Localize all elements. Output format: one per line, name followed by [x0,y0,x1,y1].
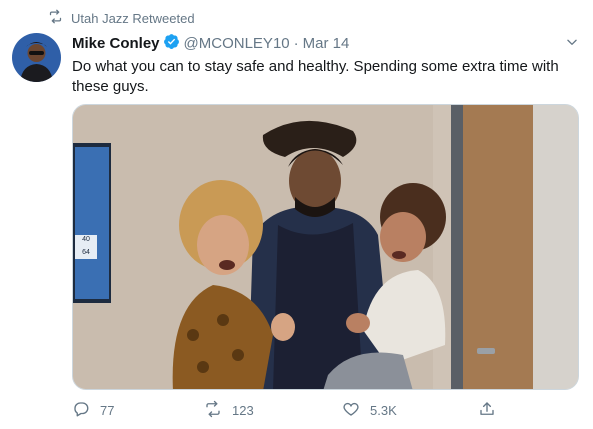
tweet-actions: 77 123 5.3K [72,398,512,422]
verified-badge-icon [160,33,184,54]
separator: · [293,34,299,52]
retweet-context[interactable]: Utah Jazz Retweeted [48,9,195,27]
like-button[interactable]: 5.3K [342,398,397,422]
like-count: 5.3K [370,402,397,418]
share-button[interactable] [478,398,496,422]
heart-icon [342,400,360,421]
author-handle[interactable]: @MCONLEY10 [184,35,290,52]
reply-button[interactable]: 77 [72,398,114,422]
tweet-header: Mike Conley @MCONLEY10 · Mar 14 [72,33,579,53]
scoreboard-value: 64 [82,249,90,256]
tweet-date[interactable]: Mar 14 [303,35,350,52]
retweet-icon [48,9,63,27]
avatar[interactable] [12,33,61,82]
reply-count: 77 [100,402,115,418]
share-icon [478,400,496,421]
tweet-photo[interactable]: 40 64 [72,104,579,390]
scoreboard-value: 40 [82,236,90,243]
chevron-down-icon[interactable] [565,35,579,49]
retweet-icon [204,400,222,421]
retweet-context-label: Utah Jazz Retweeted [71,10,195,26]
reply-icon [72,400,90,421]
retweet-button[interactable]: 123 [204,398,254,422]
retweet-count: 123 [232,402,254,418]
author-name[interactable]: Mike Conley [72,35,160,52]
tweet-text: Do what you can to stay safe and healthy… [72,58,559,95]
